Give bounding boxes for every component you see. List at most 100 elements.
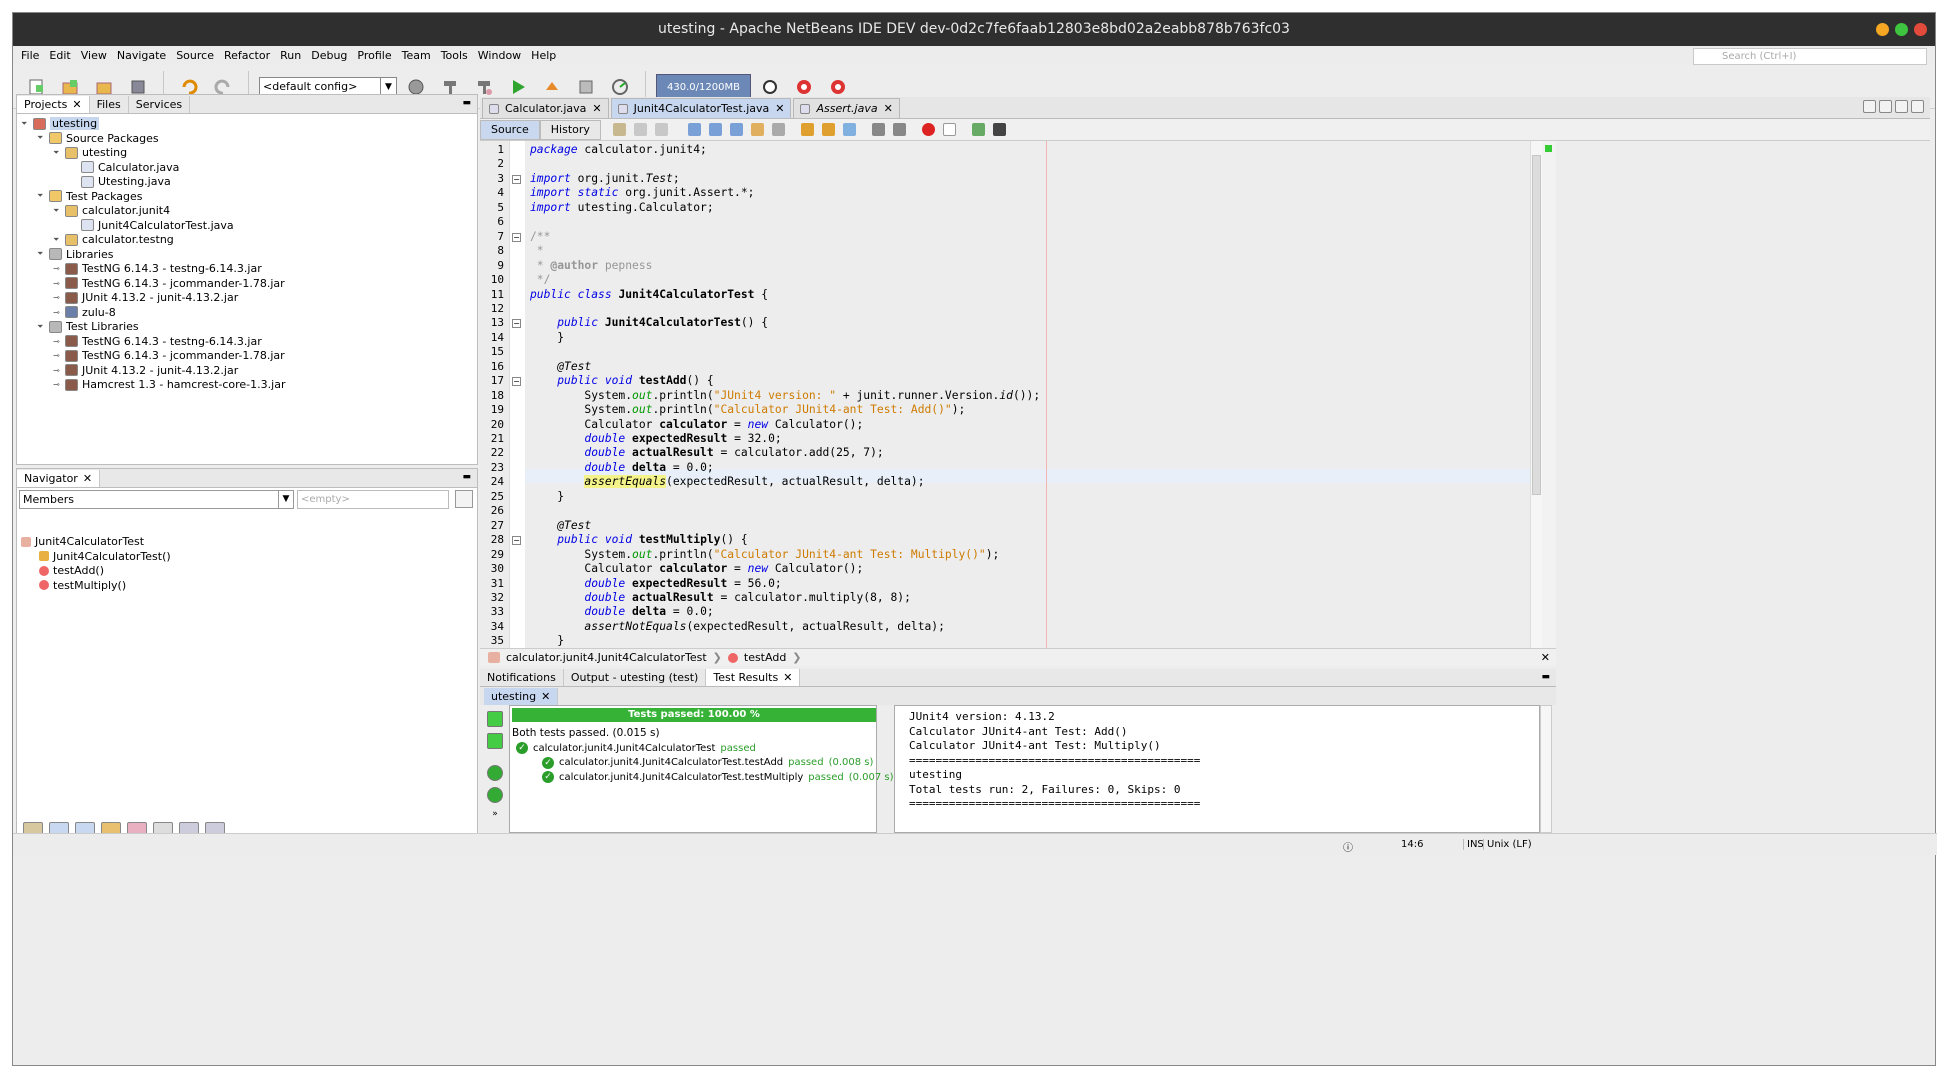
code-line[interactable]: package calculator.junit4; [530, 143, 707, 157]
close-icon[interactable]: ✕ [783, 671, 792, 684]
tree-node[interactable]: ⏷ Test Libraries [37, 319, 139, 334]
scroll-left-icon[interactable] [1863, 100, 1876, 113]
tree-node[interactable]: ⏷ Source Packages [37, 131, 159, 146]
code-line[interactable]: double delta = 0.0; [530, 605, 713, 619]
code-line[interactable]: public class Junit4CalculatorTest { [530, 288, 768, 302]
close-icon[interactable]: ✕ [72, 98, 81, 111]
search-input[interactable]: Search (Ctrl+I) [1693, 48, 1927, 65]
previous-bookmark-icon[interactable] [800, 123, 814, 136]
expand-toggle-icon[interactable]: ⏷ [53, 148, 61, 158]
menu-team[interactable]: Team [397, 49, 436, 62]
tab-projects[interactable]: Projects ✕ [17, 96, 90, 113]
code-line[interactable]: } [530, 634, 564, 648]
tree-node[interactable]: ⊸ TestNG 6.14.3 - jcommander-1.78.jar [53, 276, 285, 291]
forward-icon[interactable] [654, 123, 668, 136]
filter-options-icon[interactable] [455, 490, 473, 508]
expand-toggle-icon[interactable]: ⊸ [53, 264, 61, 273]
toggle-highlight-icon[interactable] [750, 123, 764, 136]
expand-toggle-icon[interactable]: ⊸ [53, 366, 61, 375]
navigator-item[interactable]: Junit4CalculatorTest [21, 534, 144, 549]
minimize-panel-icon[interactable]: ▬ [462, 98, 471, 108]
expand-toggle-icon[interactable]: ⊸ [53, 308, 61, 317]
rerun-icon[interactable] [487, 711, 503, 727]
show-passed-icon[interactable] [487, 765, 503, 781]
menu-profile[interactable]: Profile [352, 49, 396, 62]
close-icon[interactable]: ✕ [541, 690, 550, 703]
code-line[interactable]: import org.junit.Test; [530, 172, 680, 186]
fold-toggle-icon[interactable]: − [512, 174, 521, 184]
stop-macro-icon[interactable] [942, 123, 956, 136]
breadcrumb-class[interactable]: calculator.junit4.Junit4CalculatorTest [506, 651, 707, 664]
menu-source[interactable]: Source [171, 49, 219, 62]
test-result-row[interactable]: ✓ calculator.junit4.Junit4CalculatorTest.… [542, 771, 894, 783]
navigator-item[interactable]: testMultiply() [39, 578, 126, 593]
fold-toggle-icon[interactable]: − [512, 232, 521, 242]
find-next-icon[interactable] [729, 123, 743, 136]
menu-window[interactable]: Window [473, 49, 526, 62]
tab-junit4calculatortest-java[interactable]: Junit4CalculatorTest.java ✕ [610, 98, 792, 118]
toggle-bookmark-icon[interactable] [842, 123, 856, 136]
code-line[interactable]: @Test [530, 360, 591, 374]
close-icon[interactable]: ✕ [775, 102, 784, 115]
source-button[interactable]: Source [480, 119, 540, 140]
breadcrumb-method[interactable]: testAdd [744, 651, 786, 664]
minimize-panel-icon[interactable]: ▬ [1541, 672, 1550, 682]
tree-node[interactable]: ⏷ calculator.junit4 [53, 203, 170, 218]
maximize-icon[interactable] [1911, 100, 1924, 113]
close-icon[interactable]: ✕ [83, 472, 92, 485]
code-line[interactable]: public void testAdd() { [530, 374, 713, 388]
tree-node[interactable]: Junit4CalculatorTest.java [69, 218, 234, 233]
tab-services[interactable]: Services [129, 96, 191, 113]
tree-node[interactable]: ⊸ TestNG 6.14.3 - testng-6.14.3.jar [53, 261, 262, 276]
editor-scrollbar[interactable] [1530, 141, 1542, 648]
code-line[interactable]: Calculator calculator = new Calculator()… [530, 562, 863, 576]
code-line[interactable]: assertEquals(expectedResult, actualResul… [530, 475, 925, 489]
tree-node[interactable]: ⊸ TestNG 6.14.3 - jcommander-1.78.jar [53, 348, 285, 363]
code-line[interactable]: * [530, 244, 544, 258]
expand-toggle-icon[interactable]: ⏷ [21, 119, 29, 129]
console-scrollbar[interactable] [1540, 705, 1552, 833]
expand-toggle-icon[interactable]: ⊸ [53, 337, 61, 346]
menu-view[interactable]: View [76, 49, 112, 62]
code-line[interactable]: */ [530, 273, 551, 287]
memory-gauge[interactable]: 430.0/1200MB [656, 73, 751, 100]
navigator-item[interactable]: testAdd() [39, 563, 104, 578]
uncomment-icon[interactable] [992, 123, 1006, 136]
code-line[interactable]: double expectedResult = 56.0; [530, 577, 781, 591]
tree-node[interactable]: ⏷ calculator.testng [53, 232, 174, 247]
tab-assert-java[interactable]: Assert.java ✕ [793, 98, 900, 118]
minimize-panel-icon[interactable]: ▬ [462, 472, 471, 482]
code-line[interactable]: public Junit4CalculatorTest() { [530, 316, 768, 330]
expand-toggle-icon[interactable]: ⏷ [53, 235, 61, 245]
code-line[interactable]: System.out.println("Calculator JUnit4-an… [530, 403, 965, 417]
tree-node[interactable]: ⊸ zulu-8 [53, 305, 116, 320]
close-icon[interactable]: ✕ [1541, 651, 1550, 664]
console-output[interactable]: JUnit4 version: 4.13.2 Calculator JUnit4-… [894, 705, 1540, 833]
menu-edit[interactable]: Edit [44, 49, 75, 62]
menu-file[interactable]: File [16, 49, 44, 62]
next-bookmark-icon[interactable] [821, 123, 835, 136]
tab-navigator[interactable]: Navigator ✕ [17, 470, 101, 487]
code-line[interactable]: } [530, 331, 564, 345]
code-line[interactable]: public void testMultiply() { [530, 533, 747, 547]
tree-node[interactable]: ⊸ JUnit 4.13.2 - junit-4.13.2.jar [53, 363, 238, 378]
expand-toggle-icon[interactable]: ⊸ [53, 279, 61, 288]
expand-toggle-icon[interactable]: ⊸ [53, 293, 61, 302]
tree-node[interactable]: ⊸ TestNG 6.14.3 - testng-6.14.3.jar [53, 334, 262, 349]
members-select[interactable]: Members ▼ [19, 490, 294, 509]
more-icon[interactable]: » [492, 809, 498, 819]
fold-toggle-icon[interactable]: − [512, 319, 521, 329]
test-result-row[interactable]: ✓ calculator.junit4.Junit4CalculatorTest p… [516, 742, 761, 754]
rerun-failed-icon[interactable] [487, 733, 503, 749]
code-line[interactable]: System.out.println("JUnit4 version: " + … [530, 389, 1040, 403]
menu-refactor[interactable]: Refactor [219, 49, 275, 62]
show-failed-icon[interactable] [487, 787, 503, 803]
expand-toggle-icon[interactable]: ⊸ [53, 380, 61, 389]
chevron-down-icon[interactable] [1895, 100, 1908, 113]
code-line[interactable]: * @author pepness [530, 259, 653, 273]
navigator-item[interactable]: Junit4CalculatorTest() [39, 549, 171, 564]
maximize-button[interactable] [1895, 23, 1908, 36]
expand-toggle-icon[interactable]: ⏷ [37, 133, 45, 143]
minimize-button[interactable] [1876, 23, 1889, 36]
expand-toggle-icon[interactable]: ⏷ [37, 249, 45, 259]
